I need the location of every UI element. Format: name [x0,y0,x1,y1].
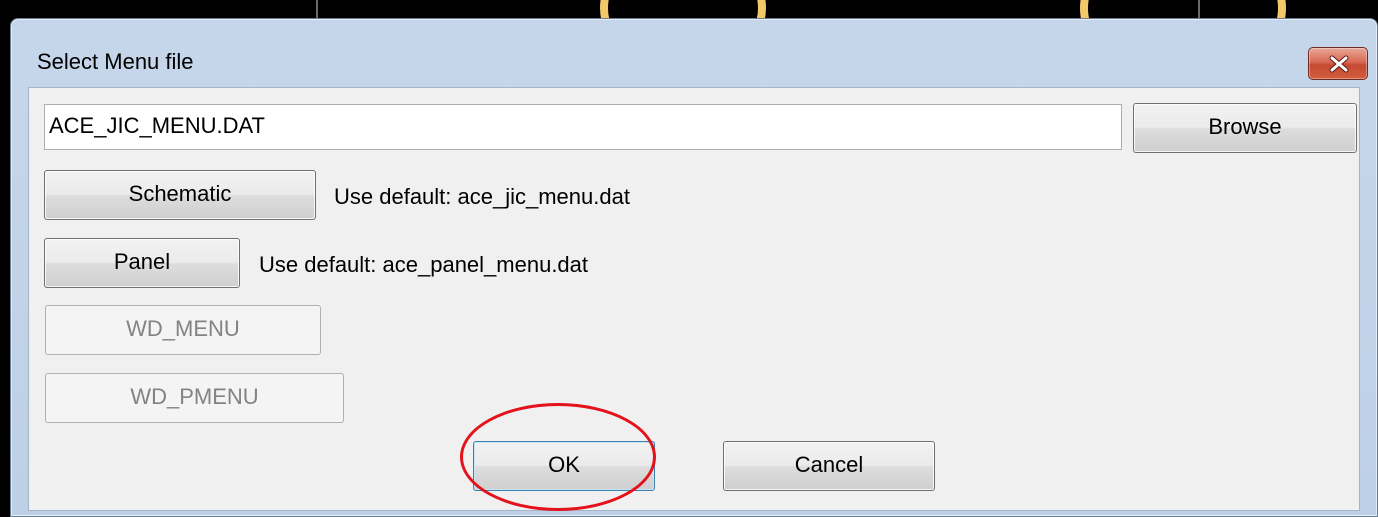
dialog-title: Select Menu file [37,49,194,74]
schematic-default-label: Use default: ace_jic_menu.dat [334,184,630,209]
close-button[interactable] [1308,47,1368,80]
panel-default-label: Use default: ace_panel_menu.dat [259,252,589,277]
schematic-button[interactable]: Schematic [44,170,316,220]
close-x-icon [1329,55,1349,73]
dialog-body: ACE_JIC_MENU.DAT Browse Schematic Use de… [28,87,1360,511]
panel-button[interactable]: Panel [44,238,240,288]
browse-button[interactable]: Browse [1133,103,1357,153]
wd-pmenu-button[interactable]: WD_PMENU [45,373,344,423]
cancel-button[interactable]: Cancel [723,441,935,491]
wd-menu-button[interactable]: WD_MENU [45,305,321,355]
ok-button[interactable]: OK [473,441,655,491]
title-bar[interactable]: Select Menu file [11,19,1377,87]
background-divider [316,0,318,20]
menu-file-input[interactable]: ACE_JIC_MENU.DAT [44,104,1122,150]
select-menu-file-dialog: Select Menu file ACE_JIC_MENU.DAT Browse… [10,18,1378,517]
